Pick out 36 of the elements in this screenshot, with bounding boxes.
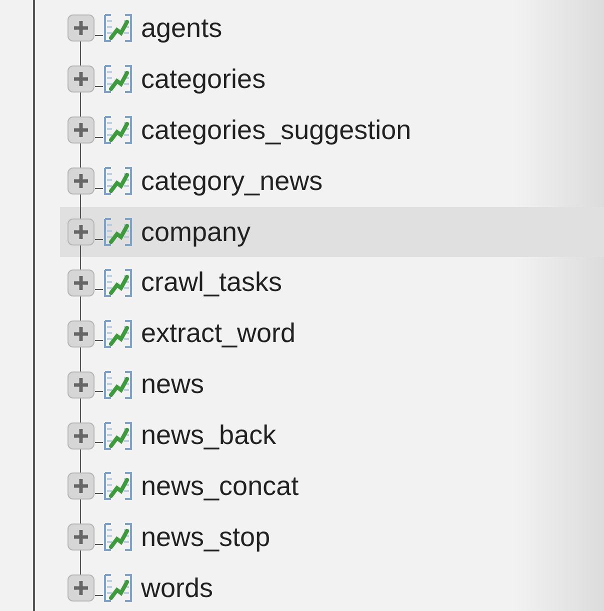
expand-icon[interactable]	[67, 320, 95, 348]
table-icon	[103, 216, 133, 248]
expand-icon[interactable]	[67, 167, 95, 196]
table-icon	[103, 165, 133, 198]
table-item[interactable]: news_back	[60, 410, 604, 462]
table-icon	[103, 266, 133, 299]
table-item[interactable]: words	[60, 562, 604, 611]
table-icon	[103, 572, 133, 604]
expand-icon[interactable]	[67, 218, 95, 246]
table-item[interactable]: categories_suggestion	[60, 104, 604, 156]
expand-icon[interactable]	[67, 268, 95, 297]
table-item[interactable]: categories	[60, 54, 604, 105]
expand-icon[interactable]	[67, 370, 95, 399]
expand-icon[interactable]	[67, 14, 95, 42]
table-item[interactable]: crawl_tasks	[60, 257, 604, 308]
table-item[interactable]: news_stop	[60, 512, 604, 563]
expand-icon[interactable]	[67, 65, 95, 94]
table-item[interactable]: company	[60, 206, 604, 258]
expand-icon[interactable]	[67, 523, 95, 552]
expand-icon[interactable]	[67, 472, 95, 500]
table-item[interactable]: extract_word	[60, 308, 604, 360]
table-icon	[103, 318, 133, 350]
table-item[interactable]: category_news	[60, 156, 604, 207]
table-item[interactable]: agents	[60, 3, 604, 54]
expand-icon[interactable]	[67, 422, 95, 450]
table-icon	[103, 470, 133, 502]
table-icon	[103, 521, 133, 554]
table-icon	[103, 420, 133, 452]
table-icon	[103, 368, 133, 401]
expand-icon[interactable]	[67, 574, 95, 602]
table-icon	[103, 12, 133, 44]
table-item[interactable]: news	[60, 359, 604, 410]
table-icon	[103, 114, 133, 146]
expand-icon[interactable]	[67, 116, 95, 144]
table-icon	[103, 63, 133, 96]
table-item[interactable]: news_concat	[60, 461, 604, 512]
